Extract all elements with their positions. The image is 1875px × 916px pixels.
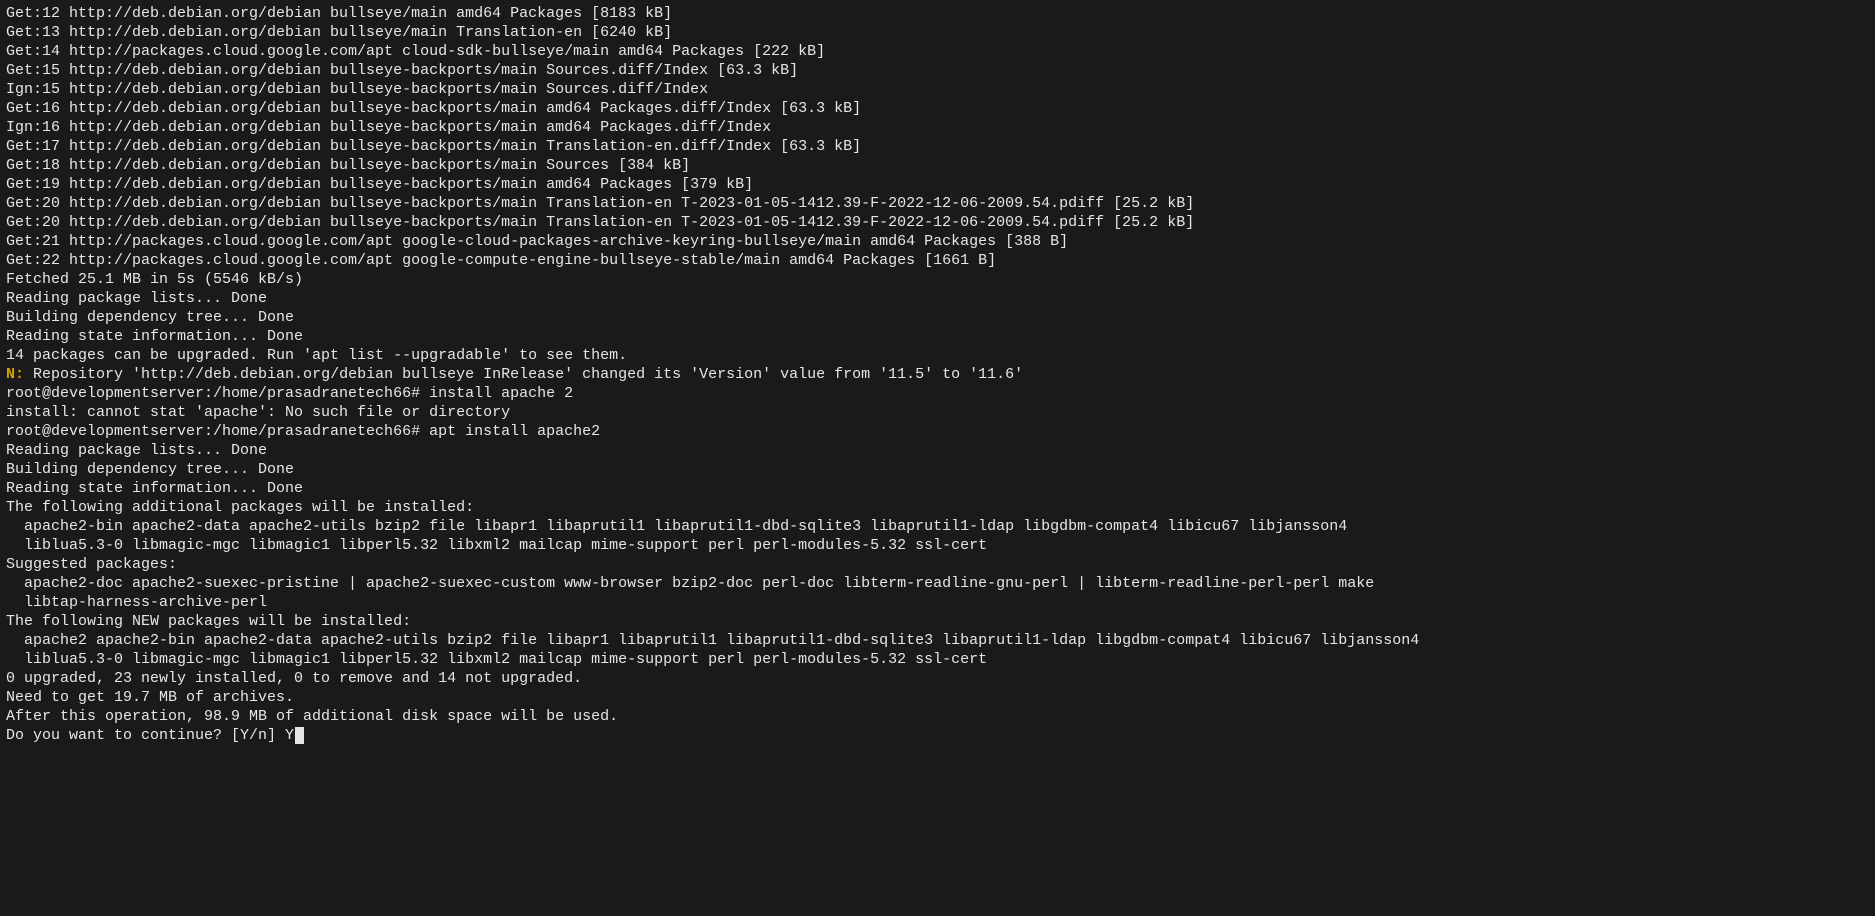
terminal-line: apache2-doc apache2-suexec-pristine | ap…: [6, 575, 1374, 592]
terminal-line: apache2-bin apache2-data apache2-utils b…: [6, 518, 1347, 535]
terminal-line: root@developmentserver:/home/prasadranet…: [6, 385, 573, 402]
terminal-output[interactable]: Get:12 http://deb.debian.org/debian bull…: [0, 0, 1875, 749]
terminal-line: Fetched 25.1 MB in 5s (5546 kB/s): [6, 271, 303, 288]
terminal-line: Get:18 http://deb.debian.org/debian bull…: [6, 157, 690, 174]
terminal-line: Ign:16 http://deb.debian.org/debian bull…: [6, 119, 771, 136]
terminal-line: Get:22 http://packages.cloud.google.com/…: [6, 252, 996, 269]
terminal-line: Get:20 http://deb.debian.org/debian bull…: [6, 214, 1194, 231]
terminal-line: Ign:15 http://deb.debian.org/debian bull…: [6, 81, 708, 98]
prompt-input[interactable]: Y: [285, 727, 294, 744]
terminal-line: The following additional packages will b…: [6, 499, 474, 516]
terminal-line: Get:20 http://deb.debian.org/debian bull…: [6, 195, 1194, 212]
terminal-line: Building dependency tree... Done: [6, 309, 294, 326]
terminal-line: Get:12 http://deb.debian.org/debian bull…: [6, 5, 672, 22]
terminal-line: After this operation, 98.9 MB of additio…: [6, 708, 618, 725]
terminal-line: Get:13 http://deb.debian.org/debian bull…: [6, 24, 672, 41]
terminal-line: Get:19 http://deb.debian.org/debian bull…: [6, 176, 753, 193]
terminal-line: Need to get 19.7 MB of archives.: [6, 689, 294, 706]
terminal-line: Reading package lists... Done: [6, 442, 267, 459]
terminal-line: 14 packages can be upgraded. Run 'apt li…: [6, 347, 627, 364]
terminal-line: Get:17 http://deb.debian.org/debian bull…: [6, 138, 861, 155]
terminal-line: root@developmentserver:/home/prasadranet…: [6, 423, 600, 440]
terminal-line: The following NEW packages will be insta…: [6, 613, 411, 630]
terminal-line: Building dependency tree... Done: [6, 461, 294, 478]
cursor-icon: [295, 727, 304, 744]
terminal-line: Suggested packages:: [6, 556, 177, 573]
terminal-line: Get:21 http://packages.cloud.google.com/…: [6, 233, 1068, 250]
terminal-line: Get:16 http://deb.debian.org/debian bull…: [6, 100, 861, 117]
terminal-line: libtap-harness-archive-perl: [6, 594, 267, 611]
terminal-line: liblua5.3-0 libmagic-mgc libmagic1 libpe…: [6, 537, 987, 554]
terminal-line: 0 upgraded, 23 newly installed, 0 to rem…: [6, 670, 582, 687]
notice-prefix: N:: [6, 366, 24, 383]
terminal-line: liblua5.3-0 libmagic-mgc libmagic1 libpe…: [6, 651, 987, 668]
terminal-line: Get:14 http://packages.cloud.google.com/…: [6, 43, 825, 60]
terminal-line: install: cannot stat 'apache': No such f…: [6, 404, 510, 421]
terminal-line: Reading package lists... Done: [6, 290, 267, 307]
terminal-line: Reading state information... Done: [6, 480, 303, 497]
terminal-line: apache2 apache2-bin apache2-data apache2…: [6, 632, 1419, 649]
continue-prompt: Do you want to continue? [Y/n]: [6, 727, 285, 744]
terminal-line: Reading state information... Done: [6, 328, 303, 345]
terminal-line: Get:15 http://deb.debian.org/debian bull…: [6, 62, 798, 79]
terminal-line: N: Repository 'http://deb.debian.org/deb…: [6, 366, 1023, 383]
